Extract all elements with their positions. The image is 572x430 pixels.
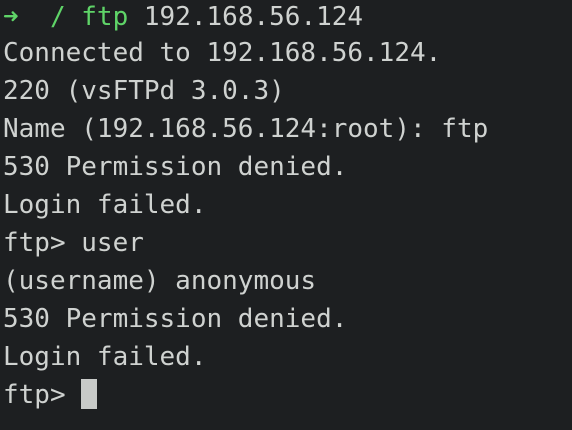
shell-prompt-line: ➜ / ftp 192.168.56.124 bbox=[3, 0, 572, 34]
command-name: ftp bbox=[81, 2, 129, 32]
output-line: 530 Permission denied. bbox=[3, 304, 348, 334]
output-line: (username) anonymous bbox=[3, 266, 317, 296]
output-line: Login failed. bbox=[3, 342, 207, 372]
output-line: ftp> user bbox=[3, 228, 144, 258]
prompt-arrow-icon: ➜ bbox=[3, 2, 19, 32]
text-cursor bbox=[81, 379, 98, 409]
output-line: Login failed. bbox=[3, 190, 207, 220]
output-line: 530 Permission denied. bbox=[3, 152, 348, 182]
output-line: 220 (vsFTPd 3.0.3) bbox=[3, 76, 285, 106]
output-line: Connected to 192.168.56.124. bbox=[3, 38, 442, 68]
terminal-window[interactable]: ➜ / ftp 192.168.56.124 Connected to 192.… bbox=[0, 0, 572, 430]
current-directory: / bbox=[49, 2, 66, 32]
ftp-input-line[interactable]: ftp> bbox=[3, 376, 572, 414]
ftp-prompt: ftp> bbox=[3, 380, 82, 410]
command-argument: 192.168.56.124 bbox=[143, 2, 364, 32]
output-line: Name (192.168.56.124:root): ftp bbox=[3, 114, 489, 144]
